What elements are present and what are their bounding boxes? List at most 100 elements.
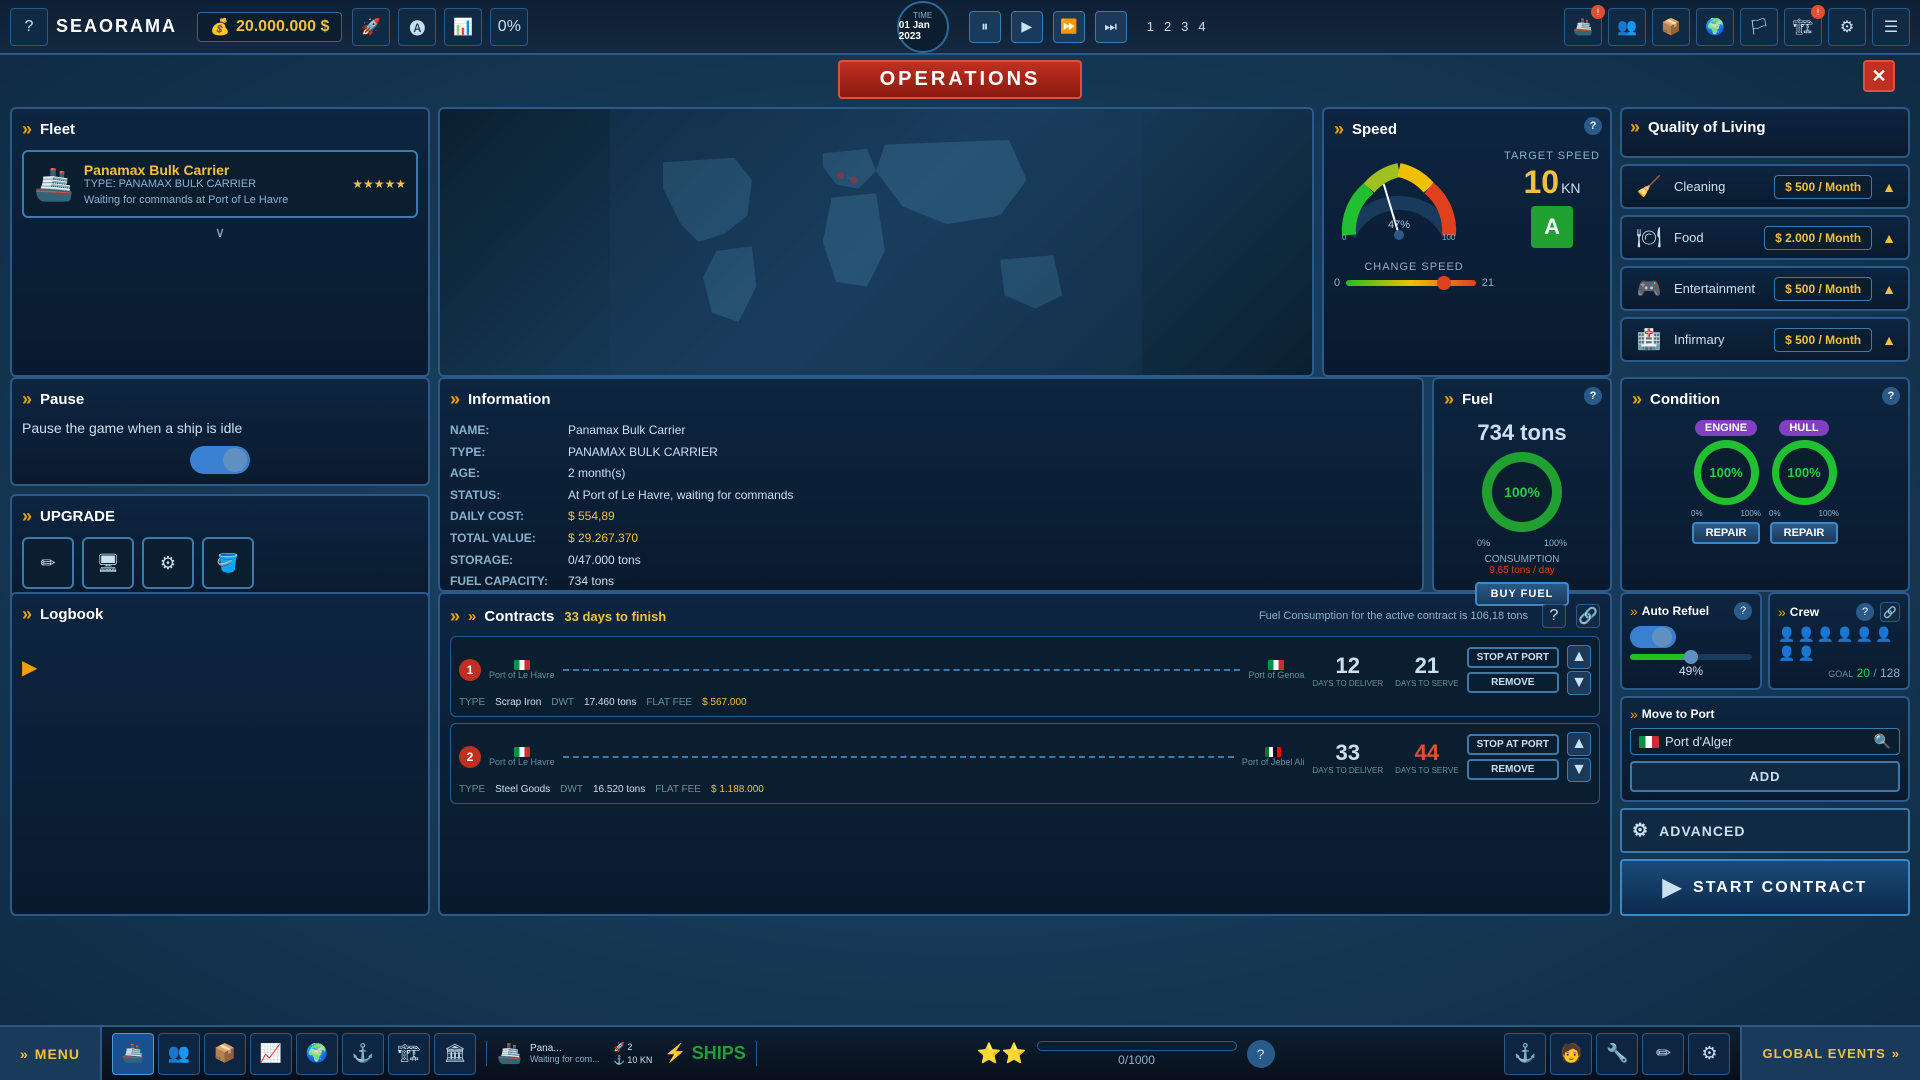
speed-fast-forward-button[interactable]: ⏭: [1095, 11, 1127, 43]
refuel-slider[interactable]: [1630, 654, 1752, 660]
deliver-days-1: 12: [1312, 653, 1383, 679]
bottom-person-button[interactable]: 🧑: [1550, 1033, 1592, 1075]
speed-panel: Speed ?: [1322, 107, 1612, 377]
help-button[interactable]: ?: [10, 8, 48, 46]
xp-section: 0/1000: [1037, 1041, 1237, 1067]
menu-icon[interactable]: ☰: [1872, 8, 1910, 46]
hull-repair-button[interactable]: REPAIR: [1770, 522, 1839, 544]
settings-icon[interactable]: ⚙: [1828, 8, 1866, 46]
cargo-icon[interactable]: 📦: [1652, 8, 1690, 46]
start-contract-button[interactable]: ▶ START CONTRACT: [1620, 859, 1910, 916]
speed-slider-container[interactable]: 0 21: [1334, 277, 1494, 289]
info-fuel-cap-label: FUEL CAPACITY:: [450, 571, 560, 593]
deliver-days-2: 33: [1312, 740, 1383, 766]
ships-tab[interactable]: ⚡ SHIPS: [660, 1043, 745, 1064]
bottom-ship-button[interactable]: 🚢: [112, 1033, 154, 1075]
pause-toggle[interactable]: [190, 446, 250, 474]
speed-help[interactable]: ?: [1584, 117, 1602, 135]
serve-label-1: DAYS TO SERVE: [1395, 679, 1458, 688]
flag-icon[interactable]: 🏳: [1740, 8, 1778, 46]
condition-content: ENGINE 100% 0% 100% REPAIR HULL 100%: [1632, 420, 1898, 544]
speed-slider[interactable]: [1346, 280, 1476, 286]
bottom-pencil-button[interactable]: ✏: [1642, 1033, 1684, 1075]
info-value-row: TOTAL VALUE: $ 29.267.370: [450, 528, 1412, 550]
cleaning-arrow[interactable]: ▲: [1882, 179, 1896, 195]
global-events-arrow: »: [1892, 1046, 1900, 1061]
bottom-globe-button[interactable]: 🌍: [296, 1033, 338, 1075]
qol-header-panel: Quality of Living: [1620, 107, 1910, 158]
ships-icon[interactable]: 🚢 !: [1564, 8, 1602, 46]
port-search-bar[interactable]: Port d'Alger 🔍: [1630, 728, 1900, 755]
remove-button-2[interactable]: REMOVE: [1467, 759, 1559, 780]
contract-2-expand-up[interactable]: ▲: [1567, 732, 1591, 756]
crew-icon[interactable]: 👥: [1608, 8, 1646, 46]
advanced-button[interactable]: ⚙ ADVANCED: [1620, 808, 1910, 853]
ship-info: Panamax Bulk Carrier TYPE: PANAMAX BULK …: [84, 162, 288, 206]
world-map-svg: [440, 109, 1312, 375]
stop-port-button-1[interactable]: STOP AT PORT: [1467, 647, 1559, 668]
crew-goal-label: GOAL: [1828, 669, 1853, 679]
upgrade-paint-button[interactable]: 🪣: [202, 537, 254, 589]
upgrade-gear-button[interactable]: ⚙: [142, 537, 194, 589]
map-panel[interactable]: [438, 107, 1314, 377]
xp-bar-container: [1037, 1041, 1237, 1051]
fleet-chevron[interactable]: ∨: [22, 224, 418, 241]
contracts-help[interactable]: ?: [1542, 604, 1566, 628]
qol-title: Quality of Living: [1630, 117, 1900, 138]
contract-1-serve: 21 DAYS TO SERVE: [1395, 653, 1458, 688]
rank-button[interactable]: 🅐: [398, 8, 436, 46]
contract-2-expand-down[interactable]: ▼: [1567, 758, 1591, 782]
contract-1-expand-up[interactable]: ▲: [1567, 645, 1591, 669]
upgrade-edit-button[interactable]: ✏: [22, 537, 74, 589]
buildings-icon[interactable]: 🏗 !: [1784, 8, 1822, 46]
bottom-settings-button[interactable]: ⚙: [1688, 1033, 1730, 1075]
engine-repair-button[interactable]: REPAIR: [1692, 522, 1761, 544]
auto-refuel-toggle[interactable]: [1630, 626, 1676, 648]
auto-mode-icon[interactable]: A: [1531, 206, 1573, 248]
crew-member-icon: 👤: [1875, 626, 1892, 643]
food-arrow[interactable]: ▲: [1882, 230, 1896, 246]
refuel-knob: [1652, 627, 1672, 647]
pause-button[interactable]: ⏸: [969, 11, 1001, 43]
map-inner: [440, 109, 1312, 375]
contract-1-expand-down[interactable]: ▼: [1567, 671, 1591, 695]
crew-help[interactable]: ?: [1856, 603, 1874, 621]
bottom-buildings-button[interactable]: 🏗: [388, 1033, 430, 1075]
bottom-city-button[interactable]: 🏛: [434, 1033, 476, 1075]
ship-card[interactable]: 🚢 Panamax Bulk Carrier TYPE: PANAMAX BUL…: [22, 150, 418, 218]
bottom-crew-button[interactable]: 👥: [158, 1033, 200, 1075]
bottom-ships2-button[interactable]: ⚓: [342, 1033, 384, 1075]
globe-icon[interactable]: 🌍: [1696, 8, 1734, 46]
port-search-icon[interactable]: 🔍: [1874, 733, 1891, 750]
entertainment-arrow[interactable]: ▲: [1882, 281, 1896, 297]
play-button[interactable]: ▶: [1011, 11, 1043, 43]
bottom-chart-button[interactable]: 📈: [250, 1033, 292, 1075]
crew-link[interactable]: 🔗: [1880, 602, 1900, 622]
infirmary-arrow[interactable]: ▲: [1882, 332, 1896, 348]
ship-status: Waiting for commands at Port of Le Havre: [84, 194, 288, 206]
contract-1-to: Port of Genoa: [1248, 660, 1304, 680]
bottom-anchor-button[interactable]: ⚓: [1504, 1033, 1546, 1075]
route-button[interactable]: 🚀: [352, 8, 390, 46]
contracts-link[interactable]: 🔗: [1576, 604, 1600, 628]
buy-fuel-button[interactable]: BUY FUEL: [1475, 582, 1570, 606]
auto-refuel-help[interactable]: ?: [1734, 602, 1752, 620]
close-button[interactable]: ✕: [1863, 60, 1895, 92]
move-port-header: » Move to Port: [1630, 706, 1900, 722]
contract-2-to: Port of Jebel Ali: [1242, 747, 1305, 767]
speed-forward-button[interactable]: ⏩: [1053, 11, 1085, 43]
bottom-tools-button[interactable]: 🔧: [1596, 1033, 1638, 1075]
stats-button[interactable]: 📊: [444, 8, 482, 46]
bottom-cargo-button[interactable]: 📦: [204, 1033, 246, 1075]
condition-help[interactable]: ?: [1882, 387, 1900, 405]
add-port-button[interactable]: ADD: [1630, 761, 1900, 792]
menu-button[interactable]: » MENU: [0, 1027, 102, 1080]
fuel-help[interactable]: ?: [1584, 387, 1602, 405]
remove-button-1[interactable]: REMOVE: [1467, 672, 1559, 693]
stop-port-button-2[interactable]: STOP AT PORT: [1467, 734, 1559, 755]
upgrade-screen-button[interactable]: 🖥: [82, 537, 134, 589]
mini-ship-info: 🚢 Pana... Waiting for com... 🚀 2 ⚓ 10 KN…: [486, 1041, 757, 1066]
bottom-bar: » MENU 🚢 👥 📦 📈 🌍 ⚓ 🏗 🏛 🚢 Pana... Waiting…: [0, 1025, 1920, 1080]
global-events-button[interactable]: GLOBAL EVENTS »: [1740, 1027, 1920, 1080]
xp-help-icon[interactable]: ?: [1247, 1040, 1275, 1068]
